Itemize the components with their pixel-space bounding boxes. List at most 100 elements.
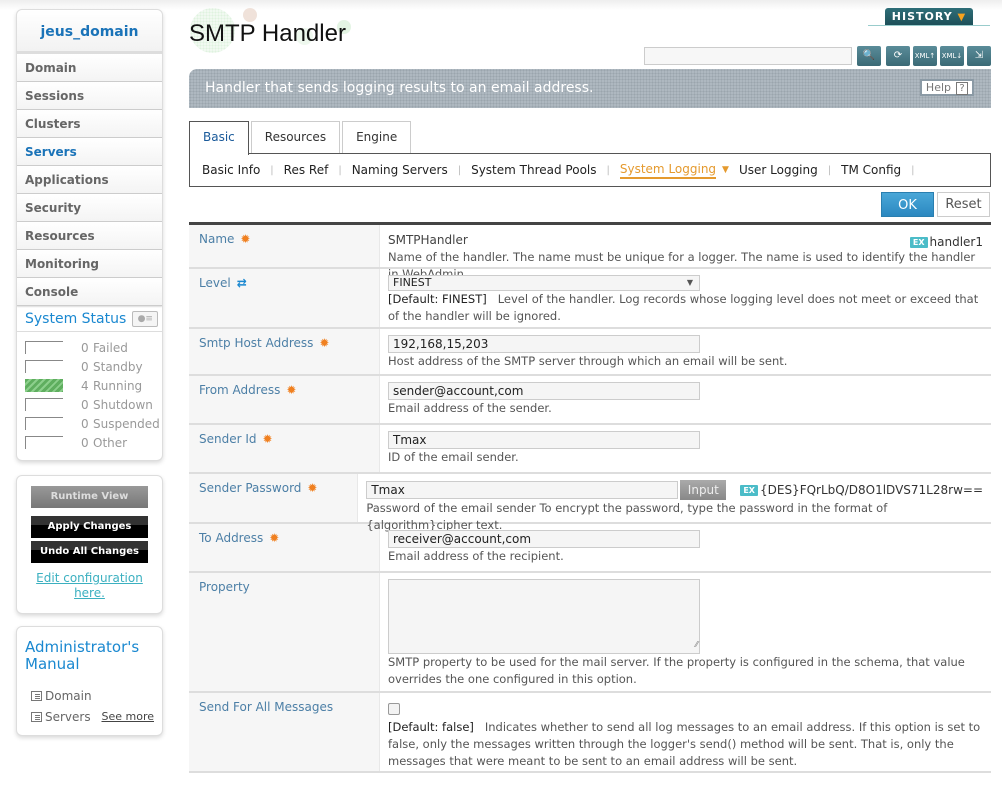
label-text: Smtp Host Address xyxy=(199,336,314,350)
refresh-icon[interactable]: ⟳ xyxy=(886,46,910,66)
sender-id-input[interactable]: Tmax xyxy=(388,431,700,449)
property-textarea[interactable]: ⁄⁄ xyxy=(388,579,700,654)
sidebar-item-clusters[interactable]: Clusters xyxy=(17,110,162,138)
field-description: ID of the email sender. xyxy=(388,450,519,464)
separator: | xyxy=(606,164,610,176)
dropdown-arrow-icon: ▼ xyxy=(686,278,693,287)
edit-configuration-link[interactable]: Edit configuration here. xyxy=(31,571,148,601)
search-input[interactable] xyxy=(644,47,852,65)
tab-resources[interactable]: Resources xyxy=(250,121,341,153)
send-all-checkbox[interactable] xyxy=(388,703,400,715)
help-button[interactable]: Help? xyxy=(919,79,974,96)
level-select[interactable]: FINEST ▼ xyxy=(388,275,700,291)
field-label: Smtp Host Address ✹ xyxy=(189,329,380,374)
help-icon: ? xyxy=(956,82,968,95)
status-row-other: 0 Other xyxy=(25,433,162,452)
required-icon: ✹ xyxy=(269,531,280,545)
level-selected: FINEST xyxy=(393,276,432,289)
from-address-input[interactable]: sender@account,com xyxy=(388,382,700,400)
admin-manual-card: Administrator's Manual Domain Servers Se… xyxy=(16,626,163,736)
label-text: Name xyxy=(199,232,235,246)
field-value: Tmax ID of the email sender. xyxy=(380,425,991,472)
search-icon[interactable]: 🔍 xyxy=(857,46,881,66)
field-row-from-address: From Address ✹ sender@account,com Email a… xyxy=(189,376,991,425)
sidebar-item-security[interactable]: Security xyxy=(17,194,162,222)
status-bar xyxy=(25,436,63,449)
label-text: Sender Password xyxy=(199,481,302,495)
subnav-res-ref[interactable]: Res Ref xyxy=(284,163,329,177)
default-value: [Default: FINEST] xyxy=(388,292,487,306)
label-text: To Address xyxy=(199,531,264,545)
system-status-list: 0 Failed 0 Standby 4 Running 0 Shutdown … xyxy=(17,332,162,460)
status-label: Suspended xyxy=(93,416,160,431)
sidebar-item-monitoring[interactable]: Monitoring xyxy=(17,250,162,278)
input-button[interactable]: Input xyxy=(680,480,727,500)
separator: | xyxy=(457,164,462,176)
manual-link-servers[interactable]: Servers See more xyxy=(25,706,154,727)
sidebar-item-servers[interactable]: Servers xyxy=(17,138,162,166)
caret-down-icon[interactable]: ▼ xyxy=(722,165,729,175)
sender-password-input[interactable]: Tmax xyxy=(366,481,679,499)
apply-changes-button[interactable]: Apply Changes xyxy=(31,516,148,538)
to-address-input[interactable]: receiver@account,com xyxy=(388,530,700,548)
status-label: Running xyxy=(93,378,143,393)
status-row-suspended: 0 Suspended xyxy=(25,414,162,433)
sidebar-item-resources[interactable]: Resources xyxy=(17,222,162,250)
status-label: Shutdown xyxy=(93,397,153,412)
field-label: Send For All Messages xyxy=(189,693,380,771)
field-value: receiver@account,com Email address of th… xyxy=(380,524,991,571)
field-description: Email address of the recipient. xyxy=(388,549,564,563)
ok-button[interactable]: OK xyxy=(881,192,934,217)
required-icon: ✹ xyxy=(262,432,273,446)
xml-upload-icon[interactable]: XML↑ xyxy=(913,46,937,66)
sidebar-item-domain[interactable]: Domain xyxy=(17,54,162,82)
status-row-failed: 0 Failed xyxy=(25,338,162,357)
reset-button[interactable]: Reset xyxy=(937,192,990,217)
see-more-link[interactable]: See more xyxy=(101,710,154,723)
status-label: Other xyxy=(93,435,128,450)
status-count: 0 xyxy=(81,359,89,374)
tab-bar: Basic Resources Engine xyxy=(189,121,413,155)
description-bar: Handler that sends logging results to an… xyxy=(189,69,991,108)
xml-download-icon[interactable]: XML↓ xyxy=(940,46,964,66)
smtp-host-input[interactable]: 192,168,15,203 xyxy=(388,335,700,353)
sidebar-item-applications[interactable]: Applications xyxy=(17,166,162,194)
separator: | xyxy=(911,164,915,176)
field-label: From Address ✹ xyxy=(189,376,380,423)
undo-all-changes-button[interactable]: Undo All Changes xyxy=(31,541,148,563)
field-row-sender-password: Sender Password ✹ Tmax Input EX {DES}FQrLb… xyxy=(189,474,991,532)
history-button[interactable]: HISTORY ▼ xyxy=(885,8,973,26)
subnav-tm-config[interactable]: TM Config xyxy=(841,163,901,177)
manual-link-domain[interactable]: Domain xyxy=(25,685,154,706)
example-value: handler1 xyxy=(929,235,983,249)
toggle-view-icon[interactable]: ●≡ xyxy=(132,310,159,327)
runtime-view-button[interactable]: Runtime View xyxy=(31,486,148,508)
label-text: Send For All Messages xyxy=(199,700,334,714)
status-count: 0 xyxy=(81,416,89,431)
domain-title[interactable]: jeus_domain xyxy=(17,10,162,54)
example-badge-icon: EX xyxy=(909,237,928,248)
tab-basic[interactable]: Basic xyxy=(189,121,249,155)
subnav-naming-servers[interactable]: Naming Servers xyxy=(352,163,448,177)
status-row-running: 4 Running xyxy=(25,376,162,395)
subnav-system-thread-pools[interactable]: System Thread Pools xyxy=(471,163,596,177)
field-row-property: Property ⁄⁄ SMTP property to be used for… xyxy=(189,573,991,693)
sidebar: jeus_domain Domain Sessions Clusters Ser… xyxy=(16,9,163,736)
subnav-basic-info[interactable]: Basic Info xyxy=(202,163,260,177)
tab-engine[interactable]: Engine xyxy=(342,121,412,153)
subnav-system-logging[interactable]: System Logging xyxy=(619,161,717,179)
page-description: Handler that sends logging results to an… xyxy=(205,80,594,96)
export-icon[interactable]: ⇲ xyxy=(967,46,991,66)
sync-icon: ⇄ xyxy=(236,276,247,290)
sub-navigation: Basic Info | Res Ref | Naming Servers | Sys… xyxy=(189,153,991,187)
example-value: {DES}FQrLbQ/D8O1lDVS71L28rw== xyxy=(759,482,983,497)
subnav-user-logging[interactable]: User Logging xyxy=(739,163,818,177)
field-value: Tmax Input EX {DES}FQrLbQ/D8O1lDVS71L28rw… xyxy=(358,474,991,532)
field-label: Property xyxy=(189,573,380,691)
required-icon: ✹ xyxy=(240,232,251,246)
resize-grip-icon[interactable]: ⁄⁄ xyxy=(695,636,698,653)
book-icon xyxy=(31,711,42,722)
sidebar-item-console[interactable]: Console xyxy=(17,278,162,306)
status-count: 4 xyxy=(81,378,89,393)
sidebar-item-sessions[interactable]: Sessions xyxy=(17,82,162,110)
